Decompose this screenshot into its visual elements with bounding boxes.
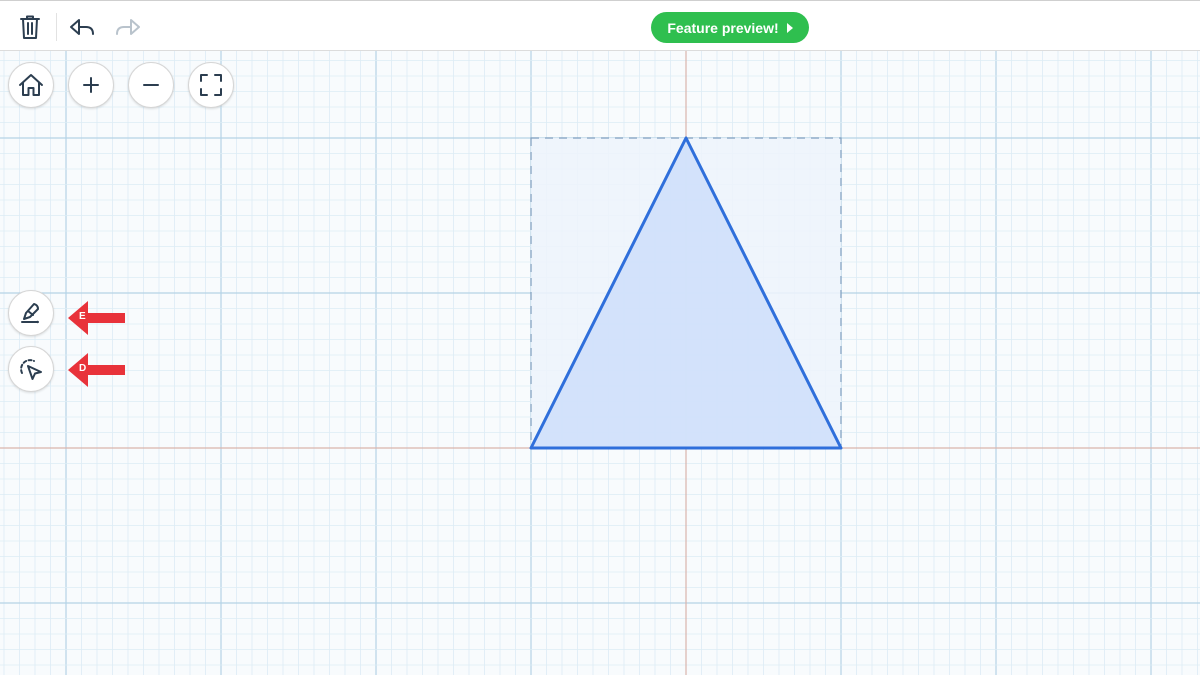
left-arrow-icon [68, 301, 125, 335]
pen-icon [21, 303, 39, 324]
lasso-select-icon [20, 359, 42, 380]
annotation-label-e: E [79, 311, 86, 322]
fullscreen-button[interactable] [188, 62, 234, 108]
shape-layer [529, 136, 843, 450]
trash-icon [20, 15, 40, 39]
redo-button[interactable] [110, 9, 146, 45]
left-arrow-icon [68, 353, 125, 387]
minus-icon [143, 84, 159, 86]
toolbar-divider [56, 13, 57, 41]
home-button[interactable] [8, 62, 54, 108]
pen-tool-button[interactable] [8, 290, 54, 336]
home-icon [19, 74, 43, 96]
undo-icon [70, 19, 94, 35]
annotation-label-d: D [79, 363, 87, 374]
feature-preview-label: Feature preview! [667, 19, 779, 36]
delete-button[interactable] [12, 9, 48, 45]
top-toolbar: Feature preview! [0, 0, 1200, 51]
zoom-out-button[interactable] [128, 62, 174, 108]
undo-button[interactable] [64, 9, 100, 45]
redo-icon [116, 19, 140, 35]
zoom-in-button[interactable] [68, 62, 114, 108]
annotation-arrow-e: E [66, 298, 126, 338]
drawing-canvas[interactable]: E D [0, 51, 1200, 675]
play-icon [786, 22, 793, 33]
annotation-arrow-d: D [66, 350, 126, 390]
lasso-select-tool-button[interactable] [8, 346, 54, 392]
plus-icon [83, 77, 99, 93]
feature-preview-button[interactable]: Feature preview! [651, 12, 809, 43]
fullscreen-icon [200, 74, 222, 96]
